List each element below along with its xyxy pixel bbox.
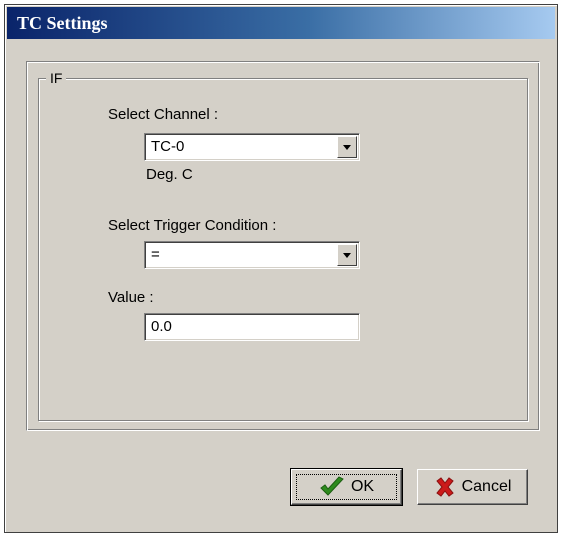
cancel-button[interactable]: Cancel [417,469,528,505]
channel-select[interactable]: TC-0 [144,133,360,161]
trigger-selected-value: = [151,246,160,263]
value-label: Value : [108,289,154,306]
window-title: TC Settings [17,13,108,33]
cancel-button-label: Cancel [461,478,512,495]
channel-unit-label: Deg. C [146,166,193,183]
if-group-label: IF [46,69,67,87]
chevron-down-icon [343,145,351,150]
x-mark-icon [435,477,454,497]
channel-selected-value: TC-0 [151,138,185,155]
value-input[interactable]: 0.0 [144,313,360,341]
channel-dropdown-button[interactable] [337,136,357,158]
chevron-down-icon [343,253,351,258]
ok-button[interactable]: OK [290,468,403,506]
ok-button-label: OK [350,478,375,495]
value-input-text: 0.0 [151,318,172,335]
select-channel-label: Select Channel : [108,106,219,123]
trigger-condition-select[interactable]: = [144,241,360,269]
title-bar[interactable]: TC Settings [7,7,555,39]
select-trigger-condition-label: Select Trigger Condition : [108,217,277,234]
tc-settings-dialog: TC Settings IF Select Channel : TC-0 Deg… [4,4,558,533]
trigger-dropdown-button[interactable] [337,244,357,266]
checkmark-icon [320,476,344,496]
